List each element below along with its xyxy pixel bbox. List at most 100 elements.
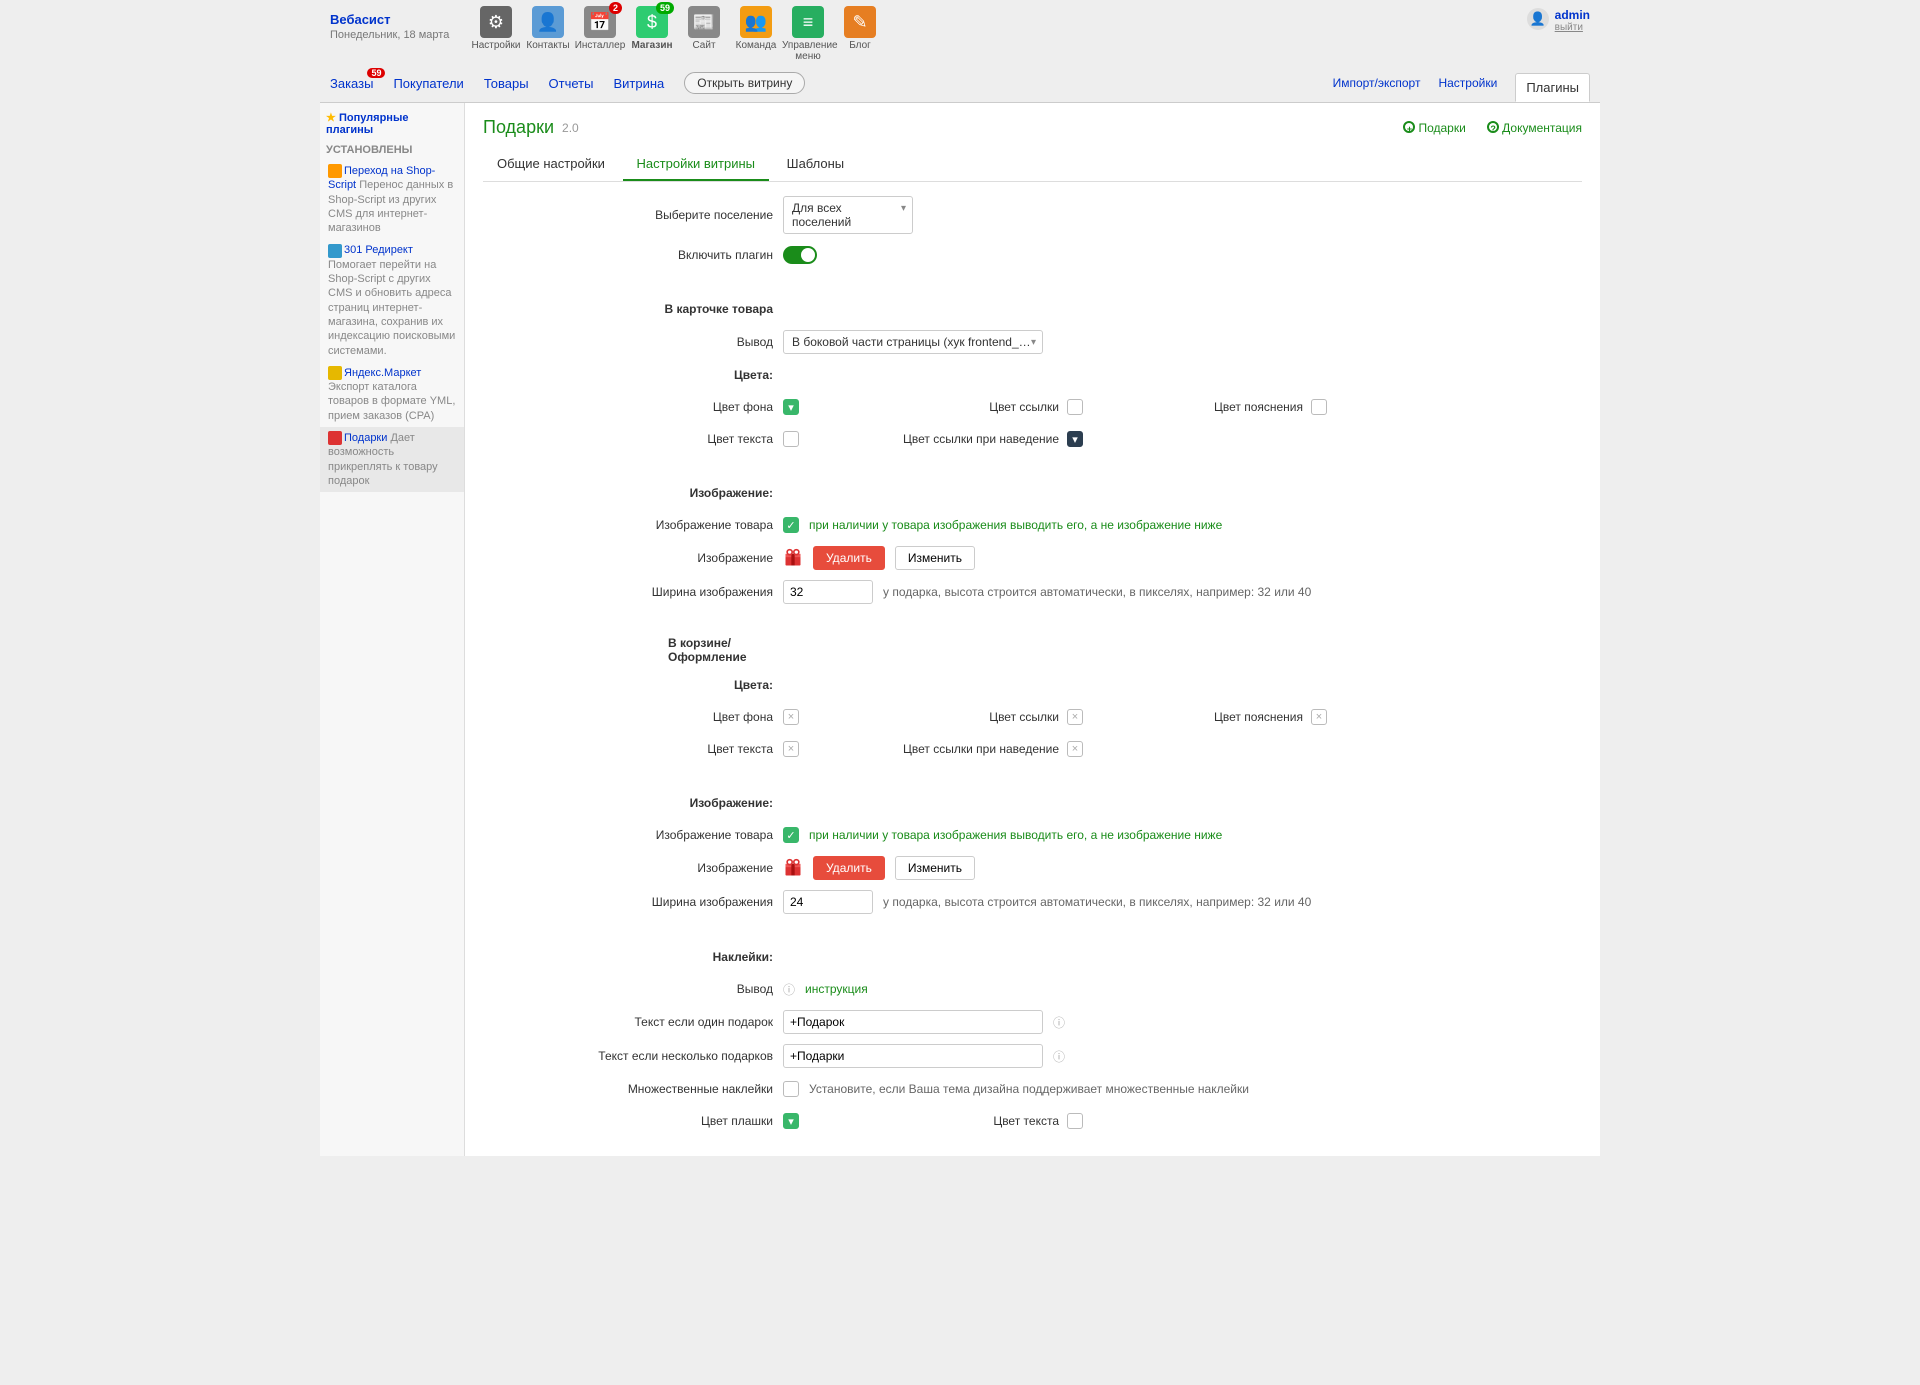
link-gifts[interactable]: +Подарки bbox=[1403, 121, 1465, 135]
link-color-swatch-2[interactable]: × bbox=[1067, 709, 1083, 725]
width-input[interactable] bbox=[783, 580, 873, 604]
nav-orders[interactable]: Заказы59 bbox=[330, 76, 373, 91]
nav-customers[interactable]: Покупатели bbox=[393, 76, 463, 91]
chevron-down-icon: ▾ bbox=[901, 203, 906, 214]
bg-color-swatch-2[interactable]: × bbox=[783, 709, 799, 725]
app-сайт[interactable]: 📰Сайт bbox=[678, 4, 730, 64]
sidebar-item[interactable]: Переход на Shop-Script Перенос данных в … bbox=[326, 160, 458, 239]
output-label-2: Вывод bbox=[483, 982, 783, 996]
page-version: 2.0 bbox=[562, 121, 579, 135]
link-hover-swatch-2[interactable]: × bbox=[1067, 741, 1083, 757]
gift-icon bbox=[783, 548, 803, 568]
user-name[interactable]: admin bbox=[1555, 8, 1590, 22]
sidebar-item[interactable]: Яндекс.Маркет Экспорт каталога товаров в… bbox=[326, 362, 458, 427]
link-color-swatch[interactable] bbox=[1067, 399, 1083, 415]
text-color-label-2: Цвет текста bbox=[483, 742, 783, 756]
width-hint-2: у подарка, высота строится автоматически… bbox=[883, 895, 1311, 909]
app-управление-меню[interactable]: ≡Управление меню bbox=[782, 4, 834, 64]
bg-color-label-2: Цвет фона bbox=[483, 710, 783, 724]
prod-image-hint: при наличии у товара изображения выводит… bbox=[809, 518, 1222, 532]
link-hover-swatch[interactable]: ▾ bbox=[1067, 431, 1083, 447]
page-title: Подарки bbox=[483, 117, 554, 138]
delete-button[interactable]: Удалить bbox=[813, 546, 885, 570]
enable-toggle[interactable] bbox=[783, 246, 817, 264]
change-button-2[interactable]: Изменить bbox=[895, 856, 975, 880]
width-input-2[interactable] bbox=[783, 890, 873, 914]
nav-settings[interactable]: Настройки bbox=[1438, 76, 1497, 90]
app-настройки[interactable]: ⚙Настройки bbox=[470, 4, 522, 64]
enable-label: Включить плагин bbox=[483, 248, 783, 262]
prod-image-checkbox-2[interactable]: ✓ bbox=[783, 827, 799, 843]
prod-image-label: Изображение товара bbox=[483, 518, 783, 532]
settlement-select[interactable]: Для всех поселений▾ bbox=[783, 196, 913, 234]
image-label: Изображение bbox=[483, 551, 783, 565]
info-icon: ⓘ bbox=[783, 981, 795, 998]
cart-head: В корзине/Оформление bbox=[483, 636, 783, 664]
settlement-label: Выберите поселение bbox=[483, 208, 783, 222]
topbar: Вебасист Понедельник, 18 марта ⚙Настройк… bbox=[320, 0, 1600, 64]
image-label-2: Изображение bbox=[483, 861, 783, 875]
open-storefront-button[interactable]: Открыть витрину bbox=[684, 72, 805, 94]
sidebar-item[interactable]: 301 Редирект Помогает перейти на Shop-Sc… bbox=[326, 239, 458, 361]
product-card-head: В карточке товара bbox=[483, 302, 783, 316]
delete-button-2[interactable]: Удалить bbox=[813, 856, 885, 880]
badge-color-swatch[interactable]: ▾ bbox=[783, 1113, 799, 1129]
text-one-input[interactable] bbox=[783, 1010, 1043, 1034]
text-one-label: Текст если один подарок bbox=[483, 1015, 783, 1029]
info-icon[interactable]: ⓘ bbox=[1053, 1048, 1065, 1065]
text-color-swatch-3[interactable] bbox=[1067, 1113, 1083, 1129]
sidebar-popular[interactable]: ★ Популярные плагины bbox=[326, 111, 458, 136]
prod-image-checkbox[interactable]: ✓ bbox=[783, 517, 799, 533]
note-color-swatch-2[interactable]: × bbox=[1311, 709, 1327, 725]
text-color-label-3: Цвет текста bbox=[919, 1114, 1059, 1128]
logout-link[interactable]: выйти bbox=[1555, 22, 1590, 33]
brand-name[interactable]: Вебасист bbox=[330, 12, 470, 27]
info-icon[interactable]: ⓘ bbox=[1053, 1014, 1065, 1031]
sidebar-installed-head: УСТАНОВЛЕНЫ bbox=[326, 144, 458, 156]
text-many-input[interactable] bbox=[783, 1044, 1043, 1068]
tab-general[interactable]: Общие настройки bbox=[483, 148, 619, 179]
image-head: Изображение: bbox=[483, 486, 783, 500]
text-color-swatch[interactable] bbox=[783, 431, 799, 447]
nav-import-export[interactable]: Импорт/экспорт bbox=[1333, 76, 1421, 90]
prod-image-label-2: Изображение товара bbox=[483, 828, 783, 842]
nav-plugins[interactable]: Плагины bbox=[1515, 73, 1590, 102]
link-docs[interactable]: ?Документация bbox=[1487, 121, 1582, 135]
gift-icon bbox=[783, 858, 803, 878]
orders-badge: 59 bbox=[367, 68, 385, 78]
image-head-2: Изображение: bbox=[483, 796, 783, 810]
text-many-label: Текст если несколько подарков bbox=[483, 1049, 783, 1063]
output-select[interactable]: В боковой части страницы (хук frontend_p… bbox=[783, 330, 1043, 354]
change-button[interactable]: Изменить bbox=[895, 546, 975, 570]
multi-checkbox[interactable] bbox=[783, 1081, 799, 1097]
nav-reports[interactable]: Отчеты bbox=[549, 76, 594, 91]
nav-storefront[interactable]: Витрина bbox=[613, 76, 664, 91]
avatar-icon[interactable]: 👤 bbox=[1527, 8, 1549, 30]
link-hover-label-2: Цвет ссылки при наведение bbox=[859, 742, 1059, 756]
stickers-head: Наклейки: bbox=[483, 950, 783, 964]
app-блог[interactable]: ✎Блог bbox=[834, 4, 886, 64]
note-color-label-2: Цвет пояснения bbox=[1163, 710, 1303, 724]
nav-products[interactable]: Товары bbox=[484, 76, 529, 91]
sidebar-item[interactable]: Подарки Дает возможность прикреплять к т… bbox=[320, 427, 464, 492]
badge-color-label: Цвет плашки bbox=[483, 1114, 783, 1128]
link-hover-label: Цвет ссылки при наведение bbox=[859, 432, 1059, 446]
app-контакты[interactable]: 👤Контакты bbox=[522, 4, 574, 64]
text-color-swatch-2[interactable]: × bbox=[783, 741, 799, 757]
note-color-label: Цвет пояснения bbox=[1163, 400, 1303, 414]
tab-storefront[interactable]: Настройки витрины bbox=[623, 148, 770, 181]
instruction-link[interactable]: инструкция bbox=[805, 982, 868, 996]
tab-templates[interactable]: Шаблоны bbox=[773, 148, 859, 179]
bg-color-label: Цвет фона bbox=[483, 400, 783, 414]
multi-hint: Установите, если Ваша тема дизайна подде… bbox=[809, 1082, 1249, 1096]
bg-color-swatch[interactable]: ▾ bbox=[783, 399, 799, 415]
chevron-down-icon: ▾ bbox=[1031, 337, 1036, 348]
app-команда[interactable]: 👥Команда bbox=[730, 4, 782, 64]
link-color-label-2: Цвет ссылки bbox=[919, 710, 1059, 724]
multi-label: Множественные наклейки bbox=[483, 1082, 783, 1096]
app-инсталлер[interactable]: 📅Инсталлер2 bbox=[574, 4, 626, 64]
app-магазин[interactable]: $Магазин59 bbox=[626, 4, 678, 64]
note-color-swatch[interactable] bbox=[1311, 399, 1327, 415]
width-hint: у подарка, высота строится автоматически… bbox=[883, 585, 1311, 599]
colors-head-2: Цвета: bbox=[483, 678, 783, 692]
